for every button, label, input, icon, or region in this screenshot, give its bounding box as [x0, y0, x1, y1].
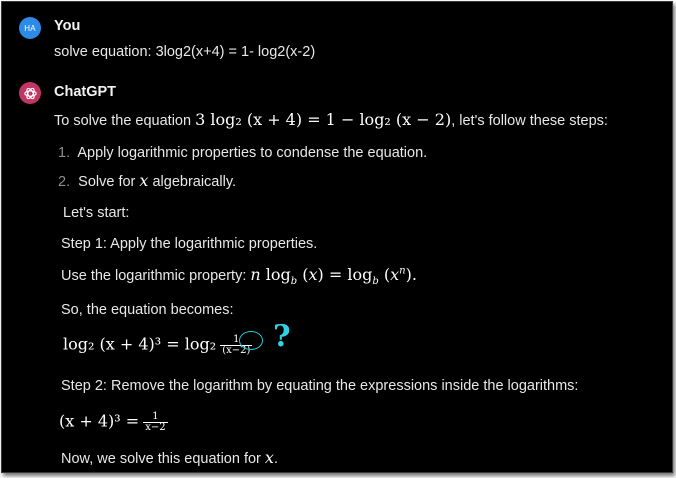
user-name: You [54, 18, 81, 34]
equation-step1: log₂ (x + 4)³ = log₂ 1 (x−2) [63, 334, 253, 356]
final-text: Now, we solve this equation for x. [61, 448, 278, 468]
equation-step2: (x + 4)³ = 1 x−2 [59, 411, 168, 433]
handwritten-circle-annotation [239, 331, 263, 350]
chatgpt-logo-icon [19, 82, 41, 104]
question-mark-annotation: ? [273, 319, 291, 354]
step2-title: Step 2: Remove the logarithm by equating… [61, 378, 579, 394]
openai-knot-icon [23, 87, 37, 99]
intro-text: To solve the equation 3 log₂ (x + 4) = 1… [54, 110, 608, 130]
lets-start-text: Let's start: [63, 205, 130, 221]
assistant-name: ChatGPT [54, 84, 117, 100]
becomes-text: So, the equation becomes: [61, 302, 234, 318]
intro-equation: 3 log₂ (x + 4) = 1 − log₂ (x − 2) [195, 110, 452, 129]
chat-window: HA You solve equation: 3log2(x+4) = 1- l… [1, 1, 673, 473]
user-avatar: HA [19, 17, 41, 39]
user-message: solve equation: 3log2(x+4) = 1- log2(x-2… [54, 44, 316, 60]
step1-title: Step 1: Apply the logarithmic properties… [61, 236, 318, 252]
step-list-item: 2. Solve for x algebraically. [58, 171, 237, 191]
step-list-item: 1. Apply logarithmic properties to conde… [58, 145, 428, 161]
log-property-equation: n logb (x) = logb (xn). [250, 265, 417, 288]
step1-property-text: Use the logarithmic property: n logb (x)… [61, 265, 417, 288]
fraction: 1 x−2 [143, 411, 168, 433]
